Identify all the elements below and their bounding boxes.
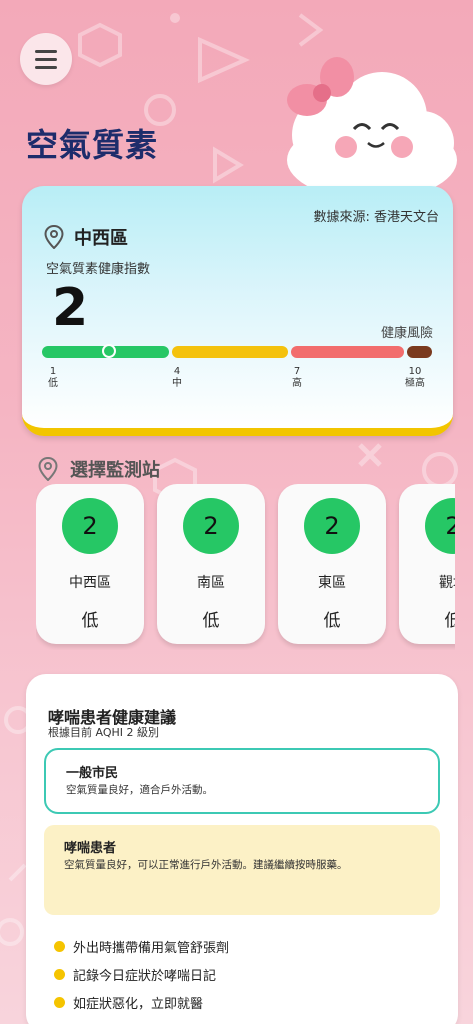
station-carousel[interactable]: 2 中西區 低 2 南區 低 2 東區 低 2 觀塘 低	[36, 484, 455, 650]
tick-high: 7高	[292, 366, 302, 389]
data-source: 數據來源: 香港天文台	[313, 210, 439, 225]
asthma-patient-advice: 哮喘患者 空氣質量良好，可以正常進行戶外活動。建議繼續按時服藥。	[44, 825, 440, 915]
station-level: 低	[202, 611, 220, 631]
tick-moderate: 4中	[172, 366, 182, 389]
tips-list: 外出時攜帶備用氣管舒張劑 記錄今日症狀於哮喘日記 如症狀惡化，立即就醫	[54, 932, 229, 1016]
aqhi-value: 2	[52, 278, 89, 338]
station-card[interactable]: 2 東區 低	[278, 484, 386, 644]
hamburger-icon	[35, 49, 57, 53]
health-advice-card: 哮喘患者健康建議 根據目前 AQHI 2 級別 一般市民 空氣質量良好，適合戶外…	[26, 674, 458, 1024]
page-title: 空氣質素	[26, 126, 159, 164]
asthma-text: 空氣質量良好，可以正常進行戶外活動。建議繼續按時服藥。	[64, 859, 348, 871]
location-pin-icon	[38, 457, 58, 481]
location-pin-icon	[44, 225, 64, 249]
aqhi-scale-bar	[42, 344, 432, 358]
current-location[interactable]: 中西區	[44, 224, 128, 250]
bullet-dot-icon	[54, 968, 65, 980]
tip-item: 記錄今日症狀於哮喘日記	[54, 960, 229, 988]
tick-low: 1低	[48, 366, 58, 389]
tip-item: 如症狀惡化，立即就醫	[54, 988, 229, 1016]
station-card[interactable]: 2 南區 低	[157, 484, 265, 644]
aqhi-card: 數據來源: 香港天文台 中西區 空氣質素健康指數 2 健康風險 1低 4中 7高…	[22, 186, 453, 436]
station-name: 觀塘	[439, 575, 455, 591]
station-name: 東區	[318, 575, 346, 591]
menu-button[interactable]	[20, 33, 72, 85]
station-level: 低	[81, 611, 99, 631]
station-aqhi-value: 2	[183, 498, 239, 554]
advice-subtitle: 根據目前 AQHI 2 級別	[48, 726, 159, 739]
station-aqhi-value: 2	[425, 498, 455, 554]
station-aqhi-value: 2	[62, 498, 118, 554]
station-level: 低	[444, 611, 456, 631]
aqhi-marker	[102, 344, 116, 358]
station-name: 南區	[197, 575, 225, 591]
tip-item: 外出時攜帶備用氣管舒張劑	[54, 932, 229, 960]
tick-very-high: 10 極高	[405, 366, 425, 389]
risk-label: 健康風險	[380, 326, 433, 341]
station-aqhi-value: 2	[304, 498, 360, 554]
station-header-label: 選擇監測站	[70, 460, 160, 481]
scale-segment-high	[291, 346, 405, 358]
general-text: 空氣質量良好，適合戶外活動。	[66, 784, 213, 796]
asthma-title: 哮喘患者	[64, 841, 117, 856]
scale-segment-moderate	[172, 346, 289, 358]
station-level: 低	[323, 611, 341, 631]
index-label: 空氣質素健康指數	[46, 262, 151, 277]
scale-segment-very-high	[407, 346, 432, 358]
general-title: 一般市民	[66, 766, 119, 781]
station-name: 中西區	[69, 575, 111, 591]
cloud-mascot-icon	[287, 57, 457, 200]
bullet-dot-icon	[54, 940, 65, 952]
location-name: 中西區	[74, 228, 128, 249]
station-card[interactable]: 2 觀塘 低	[399, 484, 455, 644]
bullet-dot-icon	[54, 996, 65, 1008]
general-public-advice: 一般市民 空氣質量良好，適合戶外活動。	[44, 748, 440, 814]
station-select-header: 選擇監測站	[38, 456, 160, 482]
station-card[interactable]: 2 中西區 低	[36, 484, 144, 644]
